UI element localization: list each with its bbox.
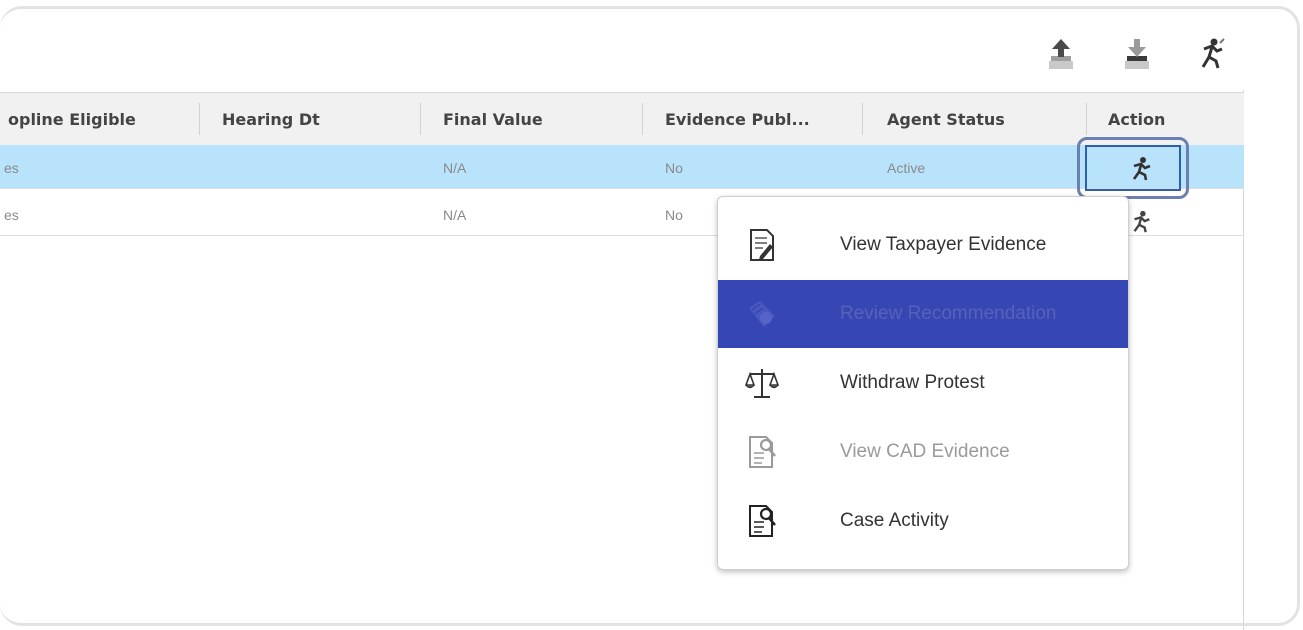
menu-item-label: Case Activity [840, 510, 949, 531]
document-search-icon [744, 434, 780, 470]
column-header-agent-status[interactable]: Agent Status [887, 93, 1005, 145]
agent-run-icon[interactable] [1126, 154, 1156, 184]
column-header-final-value[interactable]: Final Value [443, 93, 543, 145]
upload-icon[interactable] [1044, 36, 1078, 72]
cell-evidence-published: No [665, 207, 683, 223]
recommendation-icon [744, 296, 780, 332]
menu-item-label: Withdraw Protest [840, 372, 985, 393]
action-menu: View Taxpayer Evidence Review Recommenda… [717, 196, 1129, 570]
column-header-hearing-dt[interactable]: Hearing Dt [222, 93, 320, 145]
column-divider[interactable] [199, 103, 200, 135]
column-divider[interactable] [862, 103, 863, 135]
cell-agent-status: Active [887, 160, 926, 176]
document-edit-icon [744, 227, 780, 263]
menu-item-view-taxpayer-evidence[interactable]: View Taxpayer Evidence [718, 211, 1128, 279]
agent-run-icon[interactable] [1194, 36, 1228, 72]
menu-item-case-activity[interactable]: Case Activity [718, 487, 1128, 555]
column-divider[interactable] [1086, 103, 1087, 135]
document-search-icon [744, 503, 780, 539]
cell-eligible: es [4, 160, 19, 176]
cell-evidence-published: No [665, 160, 683, 176]
column-divider[interactable] [642, 103, 643, 135]
agent-run-icon[interactable] [1126, 207, 1156, 237]
menu-item-label: Review Recommendation [840, 303, 1057, 324]
menu-item-label: View Taxpayer Evidence [840, 234, 1047, 255]
grid-header: opline Eligible Hearing Dt Final Value E… [0, 92, 1244, 146]
cell-final-value: N/A [443, 160, 467, 176]
cell-eligible: es [4, 207, 19, 223]
download-icon[interactable] [1120, 36, 1154, 72]
menu-item-view-cad-evidence[interactable]: View CAD Evidence [718, 418, 1128, 486]
column-header-evidence-published[interactable]: Evidence Publ... [665, 93, 810, 145]
cell-final-value: N/A [443, 207, 467, 223]
table-row[interactable]: es N/A No Active [0, 145, 1244, 189]
menu-item-withdraw-protest[interactable]: Withdraw Protest [718, 349, 1128, 417]
column-divider[interactable] [420, 103, 421, 135]
menu-item-review-recommendation[interactable]: Review Recommendation [718, 280, 1128, 348]
column-header-eligible[interactable]: opline Eligible [8, 93, 136, 145]
menu-item-label: View CAD Evidence [840, 441, 1010, 462]
scales-icon [744, 365, 780, 401]
